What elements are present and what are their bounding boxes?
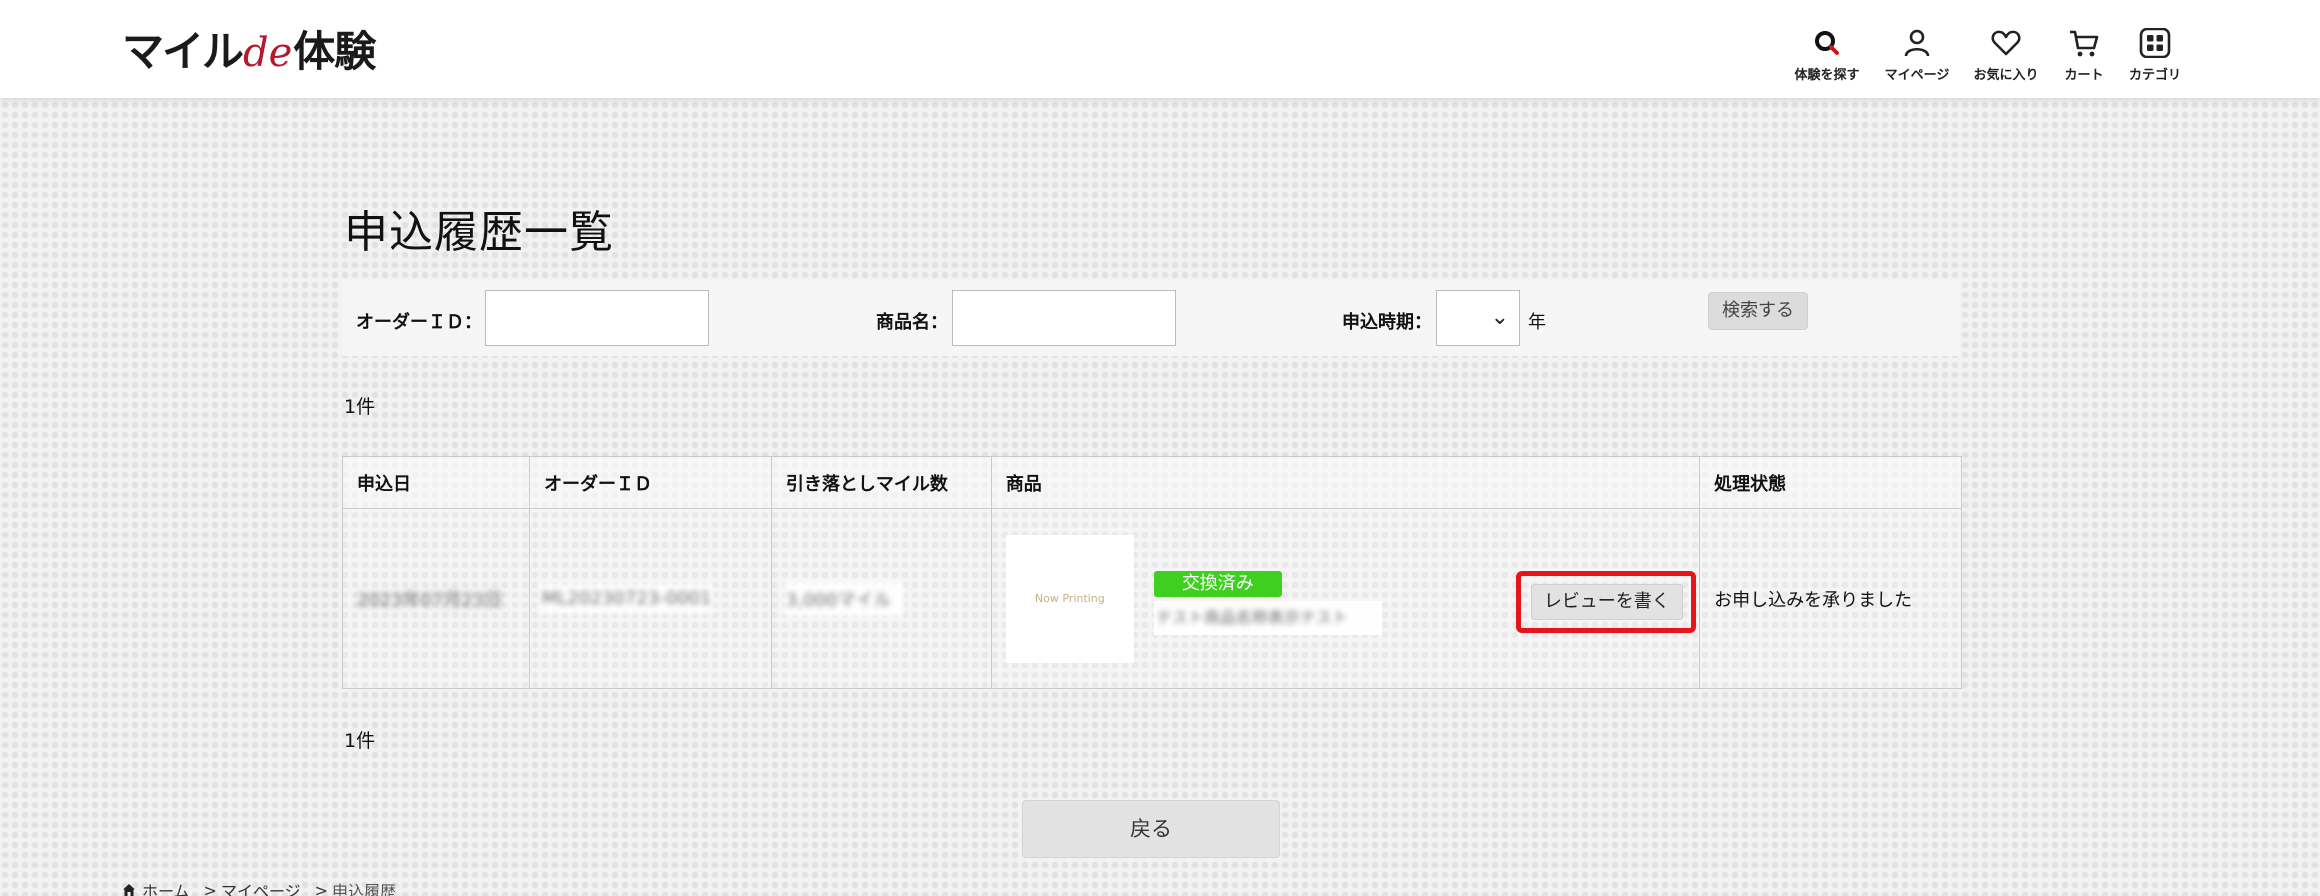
back-button[interactable]: 戻る <box>1022 800 1280 858</box>
cart-icon <box>2070 30 2099 57</box>
home-icon <box>123 884 135 896</box>
breadcrumb-mypage[interactable]: マイページ <box>221 878 301 896</box>
page-title: 申込履歴一覧 <box>344 207 614 258</box>
nav-search[interactable]: 体験を探す <box>1782 28 1872 83</box>
year-unit-label: 年 <box>1528 312 1546 333</box>
search-form: オーダーＩＤ： 商品名： 申込時期： ⌄ 年 検索する <box>342 280 1960 356</box>
search-button[interactable]: 検索する <box>1708 292 1808 330</box>
search-icon <box>1815 31 1839 55</box>
breadcrumb-separator: > <box>203 880 217 896</box>
result-count-bottom: 1件 <box>344 730 376 752</box>
breadcrumb-home[interactable]: ホーム <box>142 878 190 896</box>
year-select[interactable]: ⌄ <box>1436 290 1520 346</box>
nav-favorites-label: お気に入り <box>1973 68 2039 83</box>
product-image[interactable]: Now Printing <box>1005 535 1134 663</box>
order-status: お申し込みを承りました <box>1699 508 1962 689</box>
nav-mypage[interactable]: マイページ <box>1872 28 1962 83</box>
header-miles: 引き落としマイル数 <box>770 456 992 509</box>
order-id-label: オーダーＩＤ： <box>356 312 482 333</box>
write-review-button[interactable]: レビューを書く <box>1530 584 1683 620</box>
nav-category[interactable]: カテゴリ <box>2110 28 2200 83</box>
site-header: マイル de 体験 体験を探す マイページ お気に入り カート カテゴリ <box>0 0 2320 98</box>
header-status: 処理状態 <box>1699 456 1962 509</box>
heart-icon <box>1991 30 2021 56</box>
header-date: 申込日 <box>342 456 530 509</box>
result-count-top: 1件 <box>344 396 376 418</box>
product-name-label: 商品名： <box>876 312 948 333</box>
table-header-row: 申込日 オーダーＩＤ 引き落としマイル数 商品 処理状態 <box>342 456 1962 509</box>
order-id-input[interactable] <box>485 290 709 346</box>
product-name-link[interactable]: テスト商品名称表示テスト <box>1153 601 1382 635</box>
order-history-table: 申込日 オーダーＩＤ 引き落としマイル数 商品 処理状態 2023年07月23日… <box>342 456 1962 689</box>
order-date: 2023年07月23日 <box>357 589 503 611</box>
cell-product: Now Printing 交換済み テスト商品名称表示テスト レビューを書く <box>990 508 1701 689</box>
breadcrumb: ホーム > マイページ > 申込履歴 <box>122 878 396 896</box>
header-order-id: オーダーＩＤ <box>528 456 772 509</box>
review-button-highlight: レビューを書く <box>1515 571 1696 633</box>
nav-favorites[interactable]: お気に入り <box>1961 28 2051 83</box>
nav-category-label: カテゴリ <box>2128 68 2181 83</box>
cell-date: 2023年07月23日 <box>342 508 530 689</box>
order-id-value: ML20230723-0001 <box>539 584 714 613</box>
breadcrumb-separator: > <box>314 880 329 896</box>
table-row: 2023年07月23日 ML20230723-0001 3,000マイル Now… <box>342 508 1962 689</box>
product-name-text: テスト商品名称表示テスト <box>1155 608 1348 627</box>
user-icon <box>1904 29 1930 57</box>
nav-mypage-label: マイページ <box>1884 68 1950 83</box>
cell-miles: 3,000マイル <box>770 508 992 689</box>
cell-order-id: ML20230723-0001 <box>528 508 772 689</box>
chevron-down-icon: ⌄ <box>1490 305 1509 330</box>
period-label: 申込時期： <box>1342 312 1432 333</box>
grid-icon <box>2139 28 2171 58</box>
header-nav: 体験を探す マイページ お気に入り カート カテゴリ <box>0 28 2320 88</box>
exchanged-badge: 交換済み <box>1153 571 1282 597</box>
miles-value: 3,000マイル <box>783 581 904 616</box>
breadcrumb-current: 申込履歴 <box>332 882 397 896</box>
header-product: 商品 <box>990 456 1701 509</box>
nav-search-label: 体験を探す <box>1794 68 1860 83</box>
product-name-input[interactable] <box>952 290 1176 346</box>
